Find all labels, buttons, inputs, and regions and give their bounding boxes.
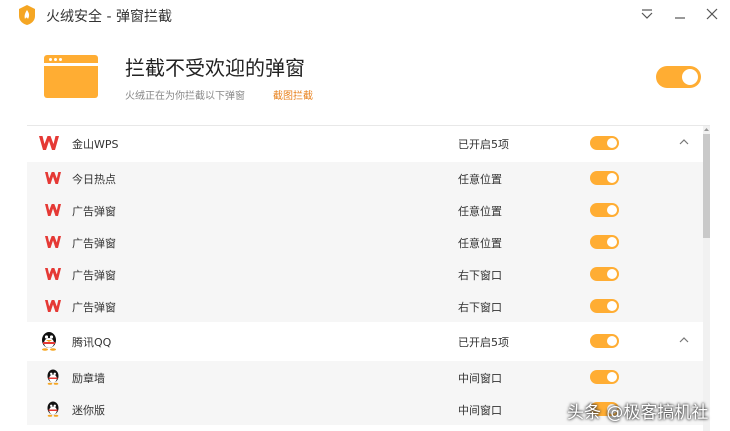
toggle-knob [607, 372, 617, 382]
item-position: 中间窗口 [458, 372, 502, 385]
toggle-knob [682, 69, 698, 85]
collapse-chevron-up-icon[interactable] [678, 136, 690, 148]
qq-penguin-icon [47, 401, 59, 417]
wps-icon [45, 300, 61, 312]
collapse-chevron-up-icon[interactable] [678, 334, 690, 346]
group-row-wps[interactable]: 金山WPS 已开启5项 [27, 127, 703, 159]
toggle-knob [607, 205, 617, 215]
item-position: 任意位置 [458, 173, 502, 186]
group-status: 已开启5项 [458, 336, 509, 349]
item-name: 广告弹窗 [72, 301, 116, 314]
item-name: 今日热点 [72, 173, 116, 186]
close-icon [706, 8, 718, 20]
list-item[interactable]: 广告弹窗 任意位置 [27, 194, 703, 226]
page-subtitle: 火绒正在为你拦截以下弹窗 [125, 91, 245, 102]
item-toggle[interactable] [590, 171, 619, 185]
page-title: 拦截不受欢迎的弹窗 [125, 56, 305, 80]
group-status: 已开启5项 [458, 138, 509, 151]
qq-penguin-icon [47, 369, 59, 385]
item-toggle[interactable] [590, 370, 619, 384]
item-position: 任意位置 [458, 205, 502, 218]
list-item[interactable]: 广告弹窗 右下窗口 [27, 290, 703, 322]
group-toggle[interactable] [590, 136, 619, 150]
item-name: 广告弹窗 [72, 269, 116, 282]
wps-icon [45, 204, 61, 216]
screenshot-intercept-link[interactable]: 截图拦截 [273, 87, 313, 102]
item-name: 励章墙 [72, 372, 105, 385]
wps-icon [45, 172, 61, 184]
master-toggle[interactable] [656, 66, 701, 88]
toggle-knob [607, 237, 617, 247]
list-scrollbar[interactable] [703, 126, 710, 431]
toggle-knob [607, 336, 617, 346]
group-toggle[interactable] [590, 334, 619, 348]
minimize-button[interactable] [670, 4, 690, 24]
list-item[interactable]: 广告弹窗 任意位置 [27, 226, 703, 258]
watermark-text: 头条 @极客搞机社 [567, 403, 709, 423]
group-name: 金山WPS [72, 138, 119, 151]
toggle-knob [607, 301, 617, 311]
item-toggle[interactable] [590, 235, 619, 249]
minimize-icon [675, 17, 685, 19]
item-toggle[interactable] [590, 299, 619, 313]
item-toggle[interactable] [590, 203, 619, 217]
list-item[interactable]: 励章墙 中间窗口 [27, 361, 703, 393]
qq-penguin-icon [42, 332, 56, 351]
popup-rule-list: 金山WPS 已开启5项 今日热点 任意位置 广告弹窗 任意位置 广告弹窗 任意位… [27, 125, 710, 431]
list-item[interactable]: 今日热点 任意位置 [27, 162, 703, 194]
item-position: 任意位置 [458, 237, 502, 250]
item-toggle[interactable] [590, 267, 619, 281]
item-position: 中间窗口 [458, 404, 502, 417]
title-bar: 火绒安全 - 弹窗拦截 [0, 0, 730, 30]
item-position: 右下窗口 [458, 269, 502, 282]
list-item[interactable]: 广告弹窗 右下窗口 [27, 258, 703, 290]
dropdown-menu-button[interactable] [637, 4, 657, 24]
item-position: 右下窗口 [458, 301, 502, 314]
wps-icon [39, 136, 59, 150]
toggle-knob [607, 138, 617, 148]
toggle-knob [607, 173, 617, 183]
group-row-qq[interactable]: 腾讯QQ 已开启5项 [27, 325, 703, 357]
wps-icon [45, 268, 61, 280]
scroll-up-arrow-icon[interactable] [704, 127, 709, 132]
item-name: 迷你版 [72, 404, 105, 417]
menu-chevron-icon [641, 9, 653, 19]
toggle-knob [607, 269, 617, 279]
group-name: 腾讯QQ [72, 336, 112, 349]
item-name: 广告弹窗 [72, 237, 116, 250]
item-name: 广告弹窗 [72, 205, 116, 218]
huorong-logo-icon [19, 5, 35, 25]
window-title: 火绒安全 - 弹窗拦截 [46, 9, 172, 25]
wps-icon [45, 236, 61, 248]
popup-window-icon [44, 55, 98, 98]
scrollbar-thumb[interactable] [703, 134, 710, 238]
close-button[interactable] [702, 4, 722, 24]
